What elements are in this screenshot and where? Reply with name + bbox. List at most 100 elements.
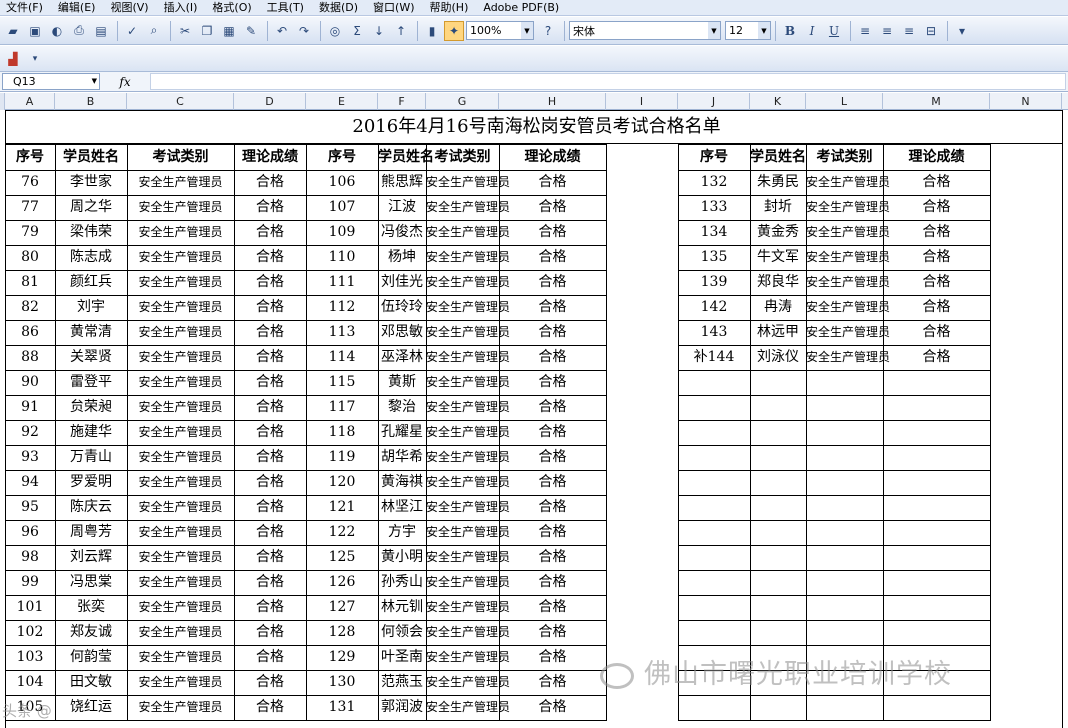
- print-preview-icon[interactable]: ▤: [91, 21, 111, 41]
- cut-icon[interactable]: ✂: [175, 21, 195, 41]
- menu-item[interactable]: 帮助(H): [424, 0, 478, 16]
- help-icon[interactable]: ?: [538, 21, 558, 41]
- column-header[interactable]: L: [806, 93, 883, 110]
- table-cell: 合格: [256, 299, 284, 315]
- toolbar-separator: [947, 20, 948, 41]
- undo-icon[interactable]: ↶: [272, 21, 292, 41]
- align-right-icon[interactable]: ≡: [899, 21, 919, 41]
- sort-ascending-icon[interactable]: ↓: [369, 21, 389, 41]
- table-cell: 熊思辉: [381, 174, 423, 190]
- toolbar-options-icon[interactable]: ▾: [952, 21, 972, 41]
- column-header[interactable]: G: [426, 93, 499, 110]
- table-cell: 合格: [538, 449, 567, 465]
- align-left-icon[interactable]: ≡: [855, 21, 875, 41]
- table-cell: 114: [328, 349, 356, 365]
- table-cell: 110: [328, 249, 356, 265]
- name-box[interactable]: Q13 ▼: [2, 73, 100, 90]
- table-cell: 82: [21, 299, 39, 315]
- column-header[interactable]: N: [990, 93, 1062, 110]
- print-icon[interactable]: ⎙: [69, 21, 89, 41]
- table-cell: 何韵莹: [70, 649, 112, 665]
- toolbar-options-icon[interactable]: ▾: [25, 49, 45, 69]
- table-cell: 104: [16, 674, 44, 690]
- column-header[interactable]: F: [378, 93, 426, 110]
- menu-item[interactable]: 编辑(E): [52, 0, 105, 16]
- menu-item[interactable]: 格式(O): [206, 0, 260, 16]
- column-header[interactable]: M: [883, 93, 990, 110]
- table-cell: 安全生产管理员: [138, 325, 223, 339]
- italic-button[interactable]: I: [802, 21, 822, 41]
- table-cell: 91: [21, 399, 39, 415]
- paste-icon[interactable]: ▦: [219, 21, 239, 41]
- align-center-icon[interactable]: ≡: [877, 21, 897, 41]
- underline-button[interactable]: U: [824, 21, 844, 41]
- table-cell: 合格: [256, 499, 284, 515]
- column-header[interactable]: A: [5, 93, 55, 110]
- menu-item[interactable]: Adobe PDF(B): [477, 0, 568, 16]
- column-header[interactable]: J: [678, 93, 750, 110]
- menu-item[interactable]: 窗口(W): [367, 0, 423, 16]
- table-cell: 合格: [922, 199, 951, 215]
- open-icon[interactable]: ▰: [3, 21, 23, 41]
- column-header[interactable]: K: [750, 93, 806, 110]
- table-cell: 安全生产管理员: [426, 600, 511, 614]
- drawing-icon[interactable]: ✦: [444, 20, 464, 41]
- font-combo[interactable]: 宋体 ▼: [569, 21, 721, 40]
- format-painter-icon[interactable]: ✎: [241, 21, 261, 41]
- toolbar-separator: [417, 20, 418, 41]
- table-cell: 黄金秀: [757, 224, 799, 240]
- column-header[interactable]: C: [127, 93, 234, 110]
- menu-item[interactable]: 数据(D): [313, 0, 367, 16]
- grid-line: [678, 645, 991, 646]
- chevron-down-icon[interactable]: ▼: [521, 22, 533, 39]
- table-cell: 郑友诚: [70, 624, 112, 640]
- column-title: 学员姓名: [378, 149, 434, 165]
- insert-function-icon[interactable]: fx: [100, 75, 150, 89]
- autosum-icon[interactable]: Σ: [347, 21, 367, 41]
- column-headers: ABCDEFGHIJKLMN: [0, 93, 1068, 110]
- column-header[interactable]: I: [606, 93, 678, 110]
- table-cell: 127: [328, 599, 356, 615]
- menu-item[interactable]: 插入(I): [158, 0, 207, 16]
- research-icon[interactable]: ⌕: [144, 21, 164, 41]
- table-cell: 补144: [693, 349, 735, 365]
- chevron-down-icon[interactable]: ▼: [92, 74, 97, 89]
- menu-item[interactable]: 视图(V): [104, 0, 157, 16]
- table-cell: 合格: [922, 224, 951, 240]
- formula-input[interactable]: [150, 73, 1066, 90]
- column-title: 理论成绩: [524, 149, 581, 165]
- table-cell: 合格: [256, 624, 284, 640]
- sort-descending-icon[interactable]: ↑: [391, 21, 411, 41]
- column-header[interactable]: H: [499, 93, 606, 110]
- redo-icon[interactable]: ↷: [294, 21, 314, 41]
- menu-item[interactable]: 文件(F): [0, 0, 52, 16]
- table-cell: 李世家: [70, 174, 112, 190]
- hyperlink-icon[interactable]: ◎: [325, 21, 345, 41]
- worksheet-grid[interactable]: 2016年4月16号南海松岗安管员考试合格名单 序号 学员姓名 考试类别 理论成绩 76…: [0, 110, 1068, 728]
- chart-wizard-icon[interactable]: ▮: [422, 21, 442, 41]
- grid-line: [678, 720, 991, 721]
- watermark-text: 佛山市曙光职业培训学校: [644, 659, 952, 690]
- permission-icon[interactable]: ◐: [47, 21, 67, 41]
- table-cell: 合格: [256, 199, 284, 215]
- table-cell: 冉涛: [764, 299, 792, 315]
- column-header[interactable]: D: [234, 93, 306, 110]
- zoom-combo[interactable]: 100% ▼: [466, 21, 534, 40]
- copy-icon[interactable]: ❐: [197, 21, 217, 41]
- save-icon[interactable]: ▣: [25, 21, 45, 41]
- column-header[interactable]: E: [306, 93, 378, 110]
- toolbar-separator: [267, 20, 268, 41]
- pdf-convert-icon[interactable]: ▟: [3, 49, 23, 69]
- table-cell: 安全生产管理员: [426, 250, 511, 264]
- merge-center-icon[interactable]: ⊟: [921, 21, 941, 41]
- spelling-icon[interactable]: ✓: [122, 21, 142, 41]
- table-cell: 94: [21, 474, 39, 490]
- chevron-down-icon[interactable]: ▼: [708, 22, 720, 39]
- bold-button[interactable]: B: [780, 21, 800, 41]
- font-size-combo[interactable]: 12 ▼: [725, 21, 771, 40]
- chevron-down-icon[interactable]: ▼: [758, 22, 770, 39]
- column-title: 学员姓名: [63, 149, 119, 165]
- menu-item[interactable]: 工具(T): [261, 0, 313, 16]
- column-header[interactable]: B: [55, 93, 127, 110]
- table-cell: 102: [16, 624, 44, 640]
